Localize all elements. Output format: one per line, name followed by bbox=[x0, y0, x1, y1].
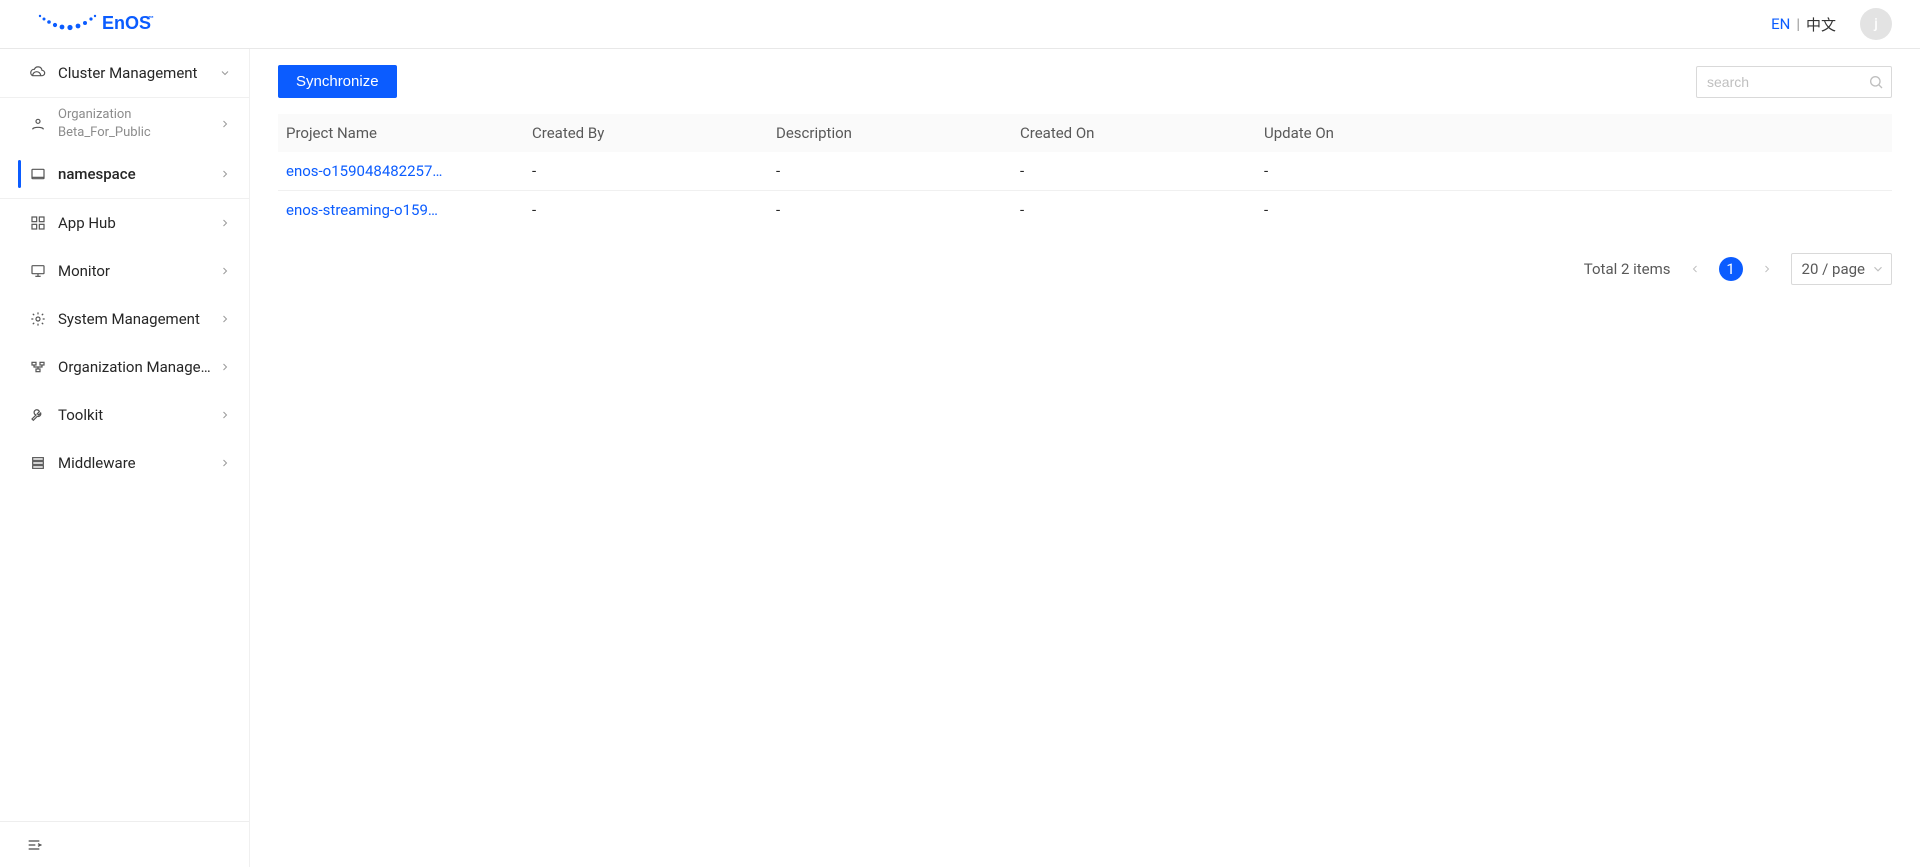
cell-created-on: - bbox=[1012, 191, 1256, 230]
col-created-on: Created On bbox=[1012, 114, 1256, 152]
chevron-right-icon bbox=[217, 215, 233, 231]
synchronize-button[interactable]: Synchronize bbox=[278, 65, 397, 98]
chevron-right-icon bbox=[217, 116, 233, 132]
page-size-label: 20 / page bbox=[1802, 260, 1865, 278]
cell-created-by: - bbox=[524, 152, 768, 191]
sidebar-item-label: Middleware bbox=[58, 454, 211, 472]
language-switcher[interactable]: EN | 中文 bbox=[1771, 14, 1836, 35]
col-created-by: Created By bbox=[524, 114, 768, 152]
page-size-select[interactable]: 20 / page bbox=[1791, 253, 1892, 285]
cluster-management-icon bbox=[30, 65, 46, 81]
sidebar-item-label: Monitor bbox=[58, 262, 211, 280]
sidebar-item-monitor[interactable]: Monitor bbox=[0, 247, 249, 295]
sidebar-item-label: Cluster Management bbox=[58, 64, 211, 82]
chevron-right-icon bbox=[217, 311, 233, 327]
sidebar-item-label: Organization Manage… bbox=[58, 358, 211, 376]
sidebar-item-toolkit[interactable]: Toolkit bbox=[0, 391, 249, 439]
svg-text:EnOS: EnOS bbox=[102, 13, 151, 33]
sidebar-item-label: App Hub bbox=[58, 214, 211, 232]
cell-description: - bbox=[768, 191, 1012, 230]
table-row: enos-streaming-o159…---- bbox=[278, 191, 1892, 230]
avatar[interactable]: j bbox=[1860, 8, 1892, 40]
search-input[interactable] bbox=[1696, 66, 1892, 98]
sidebar-item-organization-management[interactable]: Organization Manage… bbox=[0, 343, 249, 391]
projects-table: Project Name Created By Description Crea… bbox=[278, 114, 1892, 229]
monitor-icon bbox=[30, 263, 46, 279]
chevron-right-icon bbox=[217, 263, 233, 279]
sidebar-item-system-management[interactable]: System Management bbox=[0, 295, 249, 343]
chevron-right-icon bbox=[217, 166, 233, 182]
collapse-sidebar-button[interactable] bbox=[24, 835, 44, 855]
main-content: Synchronize Project Name bbox=[250, 49, 1920, 867]
sidebar-item-label: namespace bbox=[58, 165, 211, 183]
middleware-icon bbox=[30, 455, 46, 471]
col-update-on: Update On bbox=[1256, 114, 1892, 152]
chevron-down-icon bbox=[217, 65, 233, 81]
pagination: Total 2 items 1 20 / page bbox=[278, 253, 1892, 285]
sidebar-item-middleware[interactable]: Middleware bbox=[0, 439, 249, 487]
organization-icon bbox=[30, 116, 46, 132]
sidebar-item-app-hub[interactable]: App Hub bbox=[0, 199, 249, 247]
chevron-right-icon bbox=[217, 407, 233, 423]
project-link[interactable]: enos-o159048482257… bbox=[286, 162, 442, 180]
namespace-icon bbox=[30, 166, 46, 182]
col-project-name: Project Name bbox=[278, 114, 524, 152]
avatar-initial: j bbox=[1874, 16, 1878, 32]
lang-separator: | bbox=[1796, 15, 1800, 33]
organization-label: Organization bbox=[58, 107, 211, 123]
pagination-prev[interactable] bbox=[1683, 257, 1707, 281]
sidebar-item-label: System Management bbox=[58, 310, 211, 328]
sidebar-item-label: Toolkit bbox=[58, 406, 211, 424]
chevron-right-icon bbox=[217, 455, 233, 471]
organization-management-icon bbox=[30, 359, 46, 375]
lang-cn[interactable]: 中文 bbox=[1806, 14, 1836, 35]
lang-en[interactable]: EN bbox=[1771, 15, 1790, 33]
chevron-right-icon bbox=[217, 359, 233, 375]
sidebar-item-namespace[interactable]: namespace bbox=[0, 150, 249, 198]
svg-text:™: ™ bbox=[148, 15, 154, 22]
sidebar-item-organization[interactable]: Organization Beta_For_Public bbox=[0, 98, 249, 150]
header: EnOS ™ EN | 中文 j bbox=[0, 0, 1920, 49]
cell-created-on: - bbox=[1012, 152, 1256, 191]
organization-name: Beta_For_Public bbox=[58, 125, 211, 141]
system-management-icon bbox=[30, 311, 46, 327]
table-row: enos-o159048482257…---- bbox=[278, 152, 1892, 191]
brand-logo[interactable]: EnOS ™ bbox=[36, 12, 154, 36]
cell-update-on: - bbox=[1256, 191, 1892, 230]
toolkit-icon bbox=[30, 407, 46, 423]
chevron-down-icon bbox=[1871, 262, 1885, 276]
app-hub-icon bbox=[30, 215, 46, 231]
search-field-wrap bbox=[1696, 66, 1892, 98]
cell-update-on: - bbox=[1256, 152, 1892, 191]
cell-description: - bbox=[768, 152, 1012, 191]
pagination-page-1[interactable]: 1 bbox=[1719, 257, 1743, 281]
pagination-total: Total 2 items bbox=[1584, 260, 1671, 278]
project-link[interactable]: enos-streaming-o159… bbox=[286, 201, 438, 219]
col-description: Description bbox=[768, 114, 1012, 152]
sidebar-item-cluster-management[interactable]: Cluster Management bbox=[0, 49, 249, 97]
cell-created-by: - bbox=[524, 191, 768, 230]
sidebar: Cluster Management Organization Beta_For_P… bbox=[0, 49, 250, 867]
pagination-next[interactable] bbox=[1755, 257, 1779, 281]
